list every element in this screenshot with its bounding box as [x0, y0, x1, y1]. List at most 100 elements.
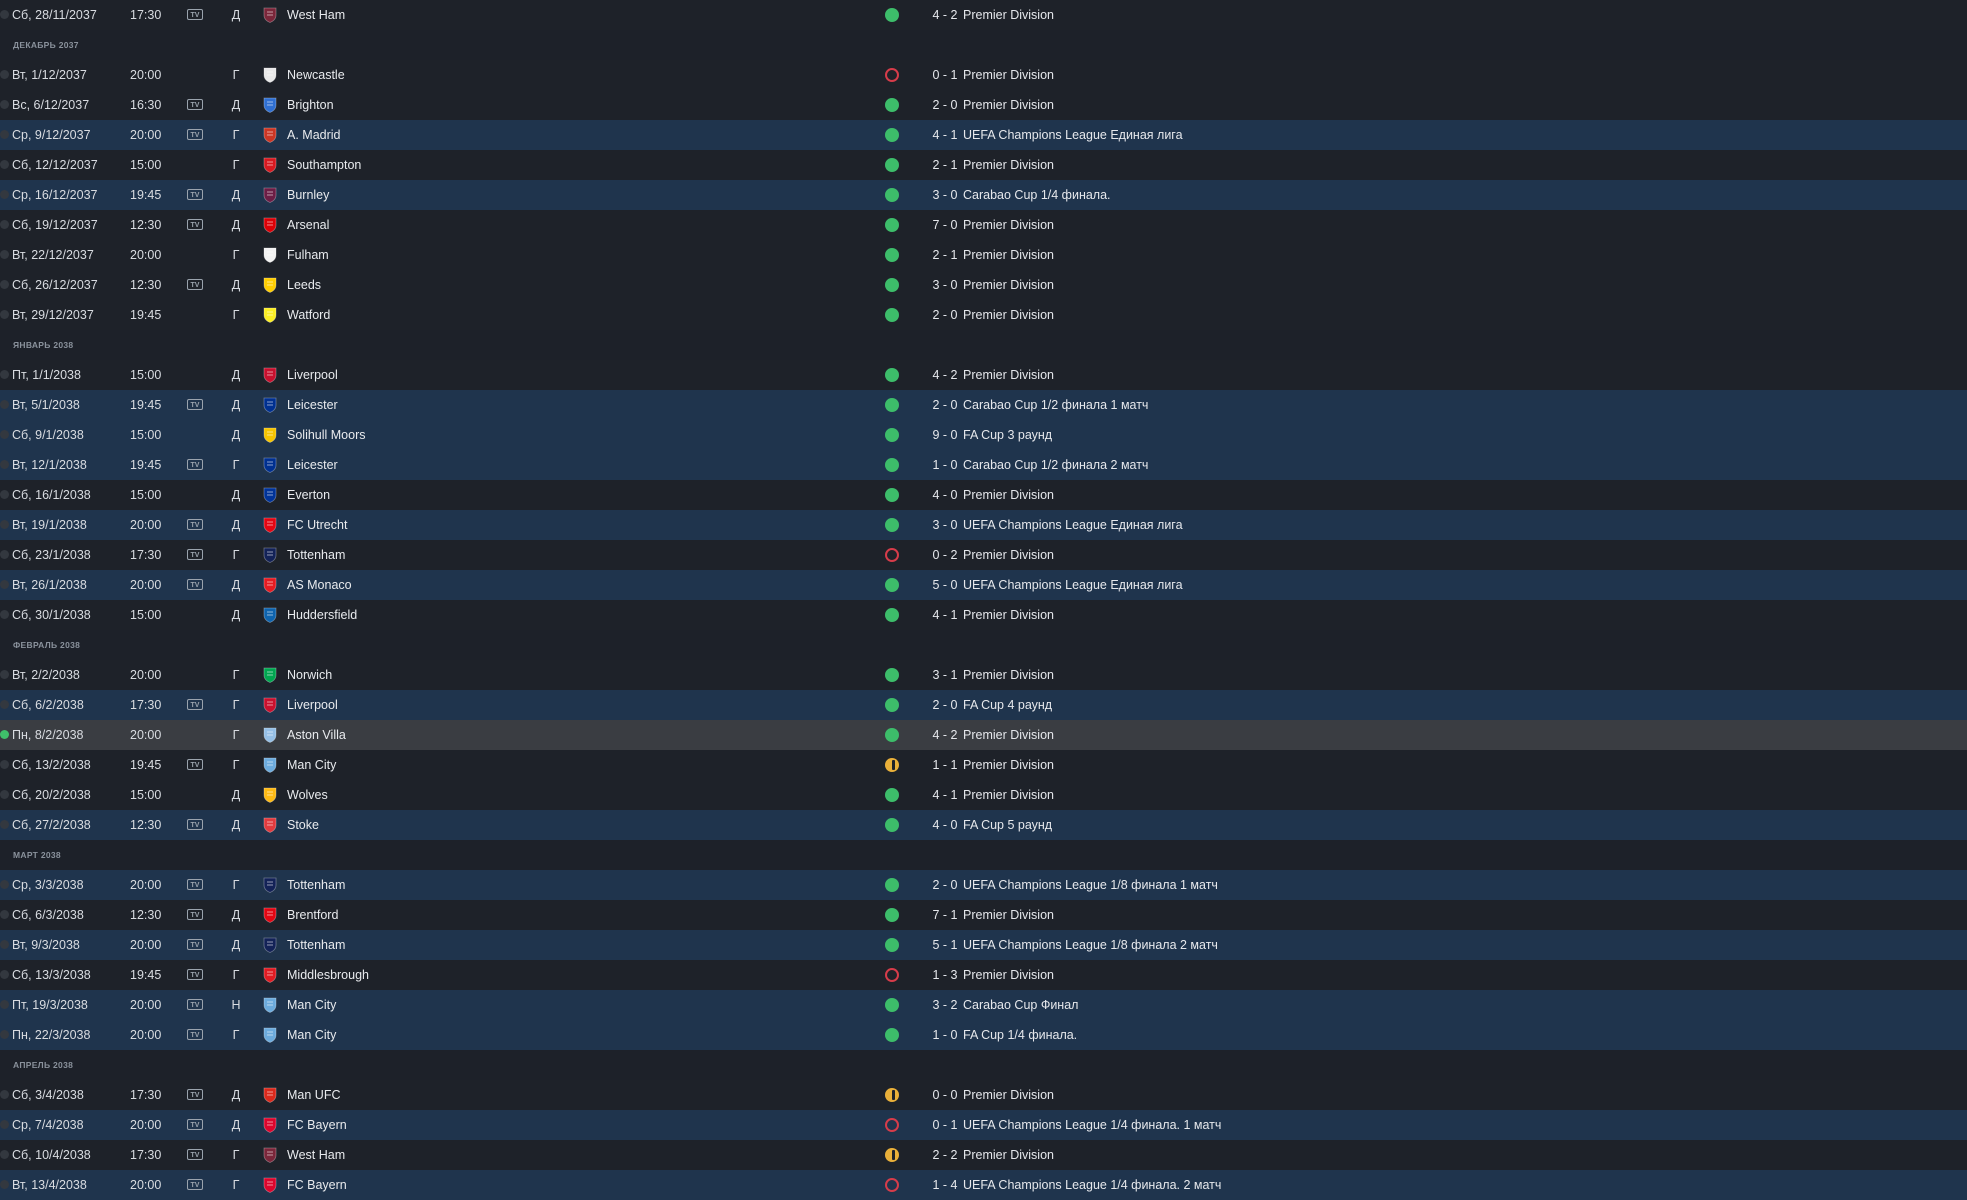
- fixture-row[interactable]: Сб, 19/12/2037 12:30 TV Д Arsenal 7 - 0 Premie…: [0, 210, 1967, 240]
- row-select-checkbox[interactable]: [0, 1150, 9, 1159]
- opponent-link[interactable]: Newcastle: [287, 60, 345, 90]
- opponent-link[interactable]: Watford: [287, 300, 330, 330]
- fixture-row[interactable]: Сб, 12/12/2037 15:00 Г Southampton 2 - 1 Prem…: [0, 150, 1967, 180]
- opponent-link[interactable]: Huddersfield: [287, 600, 357, 630]
- row-select-checkbox[interactable]: [0, 700, 9, 709]
- fixture-row[interactable]: Пт, 1/1/2038 15:00 Д Liverpool 4 - 2 Premier …: [0, 360, 1967, 390]
- opponent-link[interactable]: Arsenal: [287, 210, 329, 240]
- fixture-row[interactable]: Вт, 22/12/2037 20:00 Г Fulham 2 - 1 Premier D…: [0, 240, 1967, 270]
- row-select-checkbox[interactable]: [0, 250, 9, 259]
- row-select-checkbox[interactable]: [0, 820, 9, 829]
- row-select-checkbox[interactable]: [0, 1180, 9, 1189]
- fixture-row[interactable]: Сб, 23/1/2038 17:30 TV Г Tottenham 0 - 2 Premi…: [0, 540, 1967, 570]
- fixture-row[interactable]: Пн, 22/3/2038 20:00 TV Г Man City 1 - 0 FA Cup…: [0, 1020, 1967, 1050]
- competition-link[interactable]: FA Cup 3 раунд: [963, 420, 1052, 450]
- row-select-checkbox[interactable]: [0, 880, 9, 889]
- fixture-row[interactable]: Ср, 16/12/2037 19:45 TV Д Burnley 3 - 0 Caraba…: [0, 180, 1967, 210]
- opponent-link[interactable]: Man City: [287, 750, 336, 780]
- fixture-row[interactable]: Сб, 6/3/2038 12:30 TV Д Brentford 7 - 1 Premie…: [0, 900, 1967, 930]
- opponent-link[interactable]: Norwich: [287, 660, 332, 690]
- competition-link[interactable]: Premier Division: [963, 300, 1054, 330]
- fixture-row[interactable]: Пт, 19/3/2038 20:00 TV Н Man City 3 - 2 Caraba…: [0, 990, 1967, 1020]
- row-select-checkbox[interactable]: [0, 760, 9, 769]
- fixture-row[interactable]: Вс, 6/12/2037 16:30 TV Д Brighton 2 - 0 Premie…: [0, 90, 1967, 120]
- fixture-row[interactable]: Сб, 30/1/2038 15:00 Д Huddersfield 4 - 1 Prem…: [0, 600, 1967, 630]
- competition-link[interactable]: Premier Division: [963, 780, 1054, 810]
- row-select-checkbox[interactable]: [0, 370, 9, 379]
- competition-link[interactable]: UEFA Champions League 1/8 финала 1 матч: [963, 870, 1218, 900]
- row-select-checkbox[interactable]: [0, 910, 9, 919]
- row-select-checkbox[interactable]: [0, 1090, 9, 1099]
- competition-link[interactable]: Premier Division: [963, 90, 1054, 120]
- fixture-row[interactable]: Вт, 5/1/2038 19:45 TV Д Leicester 2 - 0 Caraba…: [0, 390, 1967, 420]
- competition-link[interactable]: Premier Division: [963, 60, 1054, 90]
- fixture-row[interactable]: Ср, 9/12/2037 20:00 TV Г A. Madrid 4 - 1 UEFA …: [0, 120, 1967, 150]
- opponent-link[interactable]: West Ham: [287, 0, 345, 30]
- row-select-checkbox[interactable]: [0, 460, 9, 469]
- opponent-link[interactable]: Man UFC: [287, 1080, 340, 1110]
- opponent-link[interactable]: AS Monaco: [287, 570, 352, 600]
- fixture-row[interactable]: Сб, 10/4/2038 17:30 TV Г West Ham 2 - 2 Premie…: [0, 1140, 1967, 1170]
- competition-link[interactable]: UEFA Champions League Единая лига: [963, 570, 1183, 600]
- fixture-row[interactable]: Ср, 3/3/2038 20:00 TV Г Tottenham 2 - 0 UEFA C…: [0, 870, 1967, 900]
- fixture-row[interactable]: Вт, 19/1/2038 20:00 TV Д FC Utrecht 3 - 0 UEFA…: [0, 510, 1967, 540]
- competition-link[interactable]: FA Cup 4 раунд: [963, 690, 1052, 720]
- opponent-link[interactable]: Wolves: [287, 780, 328, 810]
- fixture-row[interactable]: Сб, 28/11/2037 17:30 TV Д West Ham 4 - 2 Premi…: [0, 0, 1967, 30]
- competition-link[interactable]: UEFA Champions League 1/4 финала. 2 матч: [963, 1170, 1221, 1200]
- fixture-row[interactable]: Вт, 26/1/2038 20:00 TV Д AS Monaco 5 - 0 UEFA …: [0, 570, 1967, 600]
- fixture-row[interactable]: Сб, 26/12/2037 12:30 TV Д Leeds 3 - 0 Premier …: [0, 270, 1967, 300]
- row-select-checkbox[interactable]: [0, 490, 9, 499]
- competition-link[interactable]: Premier Division: [963, 600, 1054, 630]
- competition-link[interactable]: Carabao Cup 1/4 финала.: [963, 180, 1111, 210]
- fixture-row[interactable]: Вт, 2/2/2038 20:00 Г Norwich 3 - 1 Premier Di…: [0, 660, 1967, 690]
- row-select-checkbox[interactable]: [0, 160, 9, 169]
- opponent-link[interactable]: Stoke: [287, 810, 319, 840]
- competition-link[interactable]: FA Cup 5 раунд: [963, 810, 1052, 840]
- fixture-row[interactable]: Пн, 8/2/2038 20:00 Г Aston Villa 4 - 2 Premie…: [0, 720, 1967, 750]
- opponent-link[interactable]: Brighton: [287, 90, 334, 120]
- row-select-checkbox[interactable]: [0, 280, 9, 289]
- row-select-checkbox[interactable]: [0, 430, 9, 439]
- fixture-row[interactable]: Сб, 6/2/2038 17:30 TV Г Liverpool 2 - 0 FA Cup…: [0, 690, 1967, 720]
- fixture-row[interactable]: Сб, 27/2/2038 12:30 TV Д Stoke 4 - 0 FA Cup 5 …: [0, 810, 1967, 840]
- competition-link[interactable]: FA Cup 1/4 финала.: [963, 1020, 1077, 1050]
- row-select-checkbox[interactable]: [0, 730, 9, 739]
- opponent-link[interactable]: Man City: [287, 1020, 336, 1050]
- row-select-checkbox[interactable]: [0, 1120, 9, 1129]
- row-select-checkbox[interactable]: [0, 610, 9, 619]
- competition-link[interactable]: Premier Division: [963, 540, 1054, 570]
- opponent-link[interactable]: FC Bayern: [287, 1170, 347, 1200]
- fixture-row[interactable]: Ср, 7/4/2038 20:00 TV Д FC Bayern 0 - 1 UEFA C…: [0, 1110, 1967, 1140]
- competition-link[interactable]: Premier Division: [963, 270, 1054, 300]
- fixture-row[interactable]: Сб, 3/4/2038 17:30 TV Д Man UFC 0 - 0 Premier …: [0, 1080, 1967, 1110]
- opponent-link[interactable]: Tottenham: [287, 540, 345, 570]
- fixture-row[interactable]: Сб, 16/1/2038 15:00 Д Everton 4 - 0 Premier D…: [0, 480, 1967, 510]
- row-select-checkbox[interactable]: [0, 520, 9, 529]
- opponent-link[interactable]: FC Utrecht: [287, 510, 347, 540]
- opponent-link[interactable]: Leicester: [287, 450, 338, 480]
- competition-link[interactable]: Premier Division: [963, 900, 1054, 930]
- row-select-checkbox[interactable]: [0, 940, 9, 949]
- opponent-link[interactable]: Tottenham: [287, 930, 345, 960]
- fixture-row[interactable]: Сб, 9/1/2038 15:00 Д Solihull Moors 9 - 0 FA …: [0, 420, 1967, 450]
- opponent-link[interactable]: FC Bayern: [287, 1110, 347, 1140]
- competition-link[interactable]: Premier Division: [963, 150, 1054, 180]
- row-select-checkbox[interactable]: [0, 550, 9, 559]
- row-select-checkbox[interactable]: [0, 400, 9, 409]
- opponent-link[interactable]: Solihull Moors: [287, 420, 366, 450]
- opponent-link[interactable]: Brentford: [287, 900, 338, 930]
- opponent-link[interactable]: Aston Villa: [287, 720, 346, 750]
- row-select-checkbox[interactable]: [0, 790, 9, 799]
- fixture-row[interactable]: Сб, 20/2/2038 15:00 Д Wolves 4 - 1 Premier Di…: [0, 780, 1967, 810]
- opponent-link[interactable]: Everton: [287, 480, 330, 510]
- fixture-row[interactable]: Вт, 12/1/2038 19:45 TV Г Leicester 1 - 0 Carab…: [0, 450, 1967, 480]
- competition-link[interactable]: Premier Division: [963, 480, 1054, 510]
- opponent-link[interactable]: Middlesbrough: [287, 960, 369, 990]
- fixture-row[interactable]: Вт, 29/12/2037 19:45 Г Watford 2 - 0 Premier …: [0, 300, 1967, 330]
- opponent-link[interactable]: Fulham: [287, 240, 329, 270]
- competition-link[interactable]: UEFA Champions League Единая лига: [963, 510, 1183, 540]
- opponent-link[interactable]: Southampton: [287, 150, 361, 180]
- competition-link[interactable]: UEFA Champions League Единая лига: [963, 120, 1183, 150]
- row-select-checkbox[interactable]: [0, 580, 9, 589]
